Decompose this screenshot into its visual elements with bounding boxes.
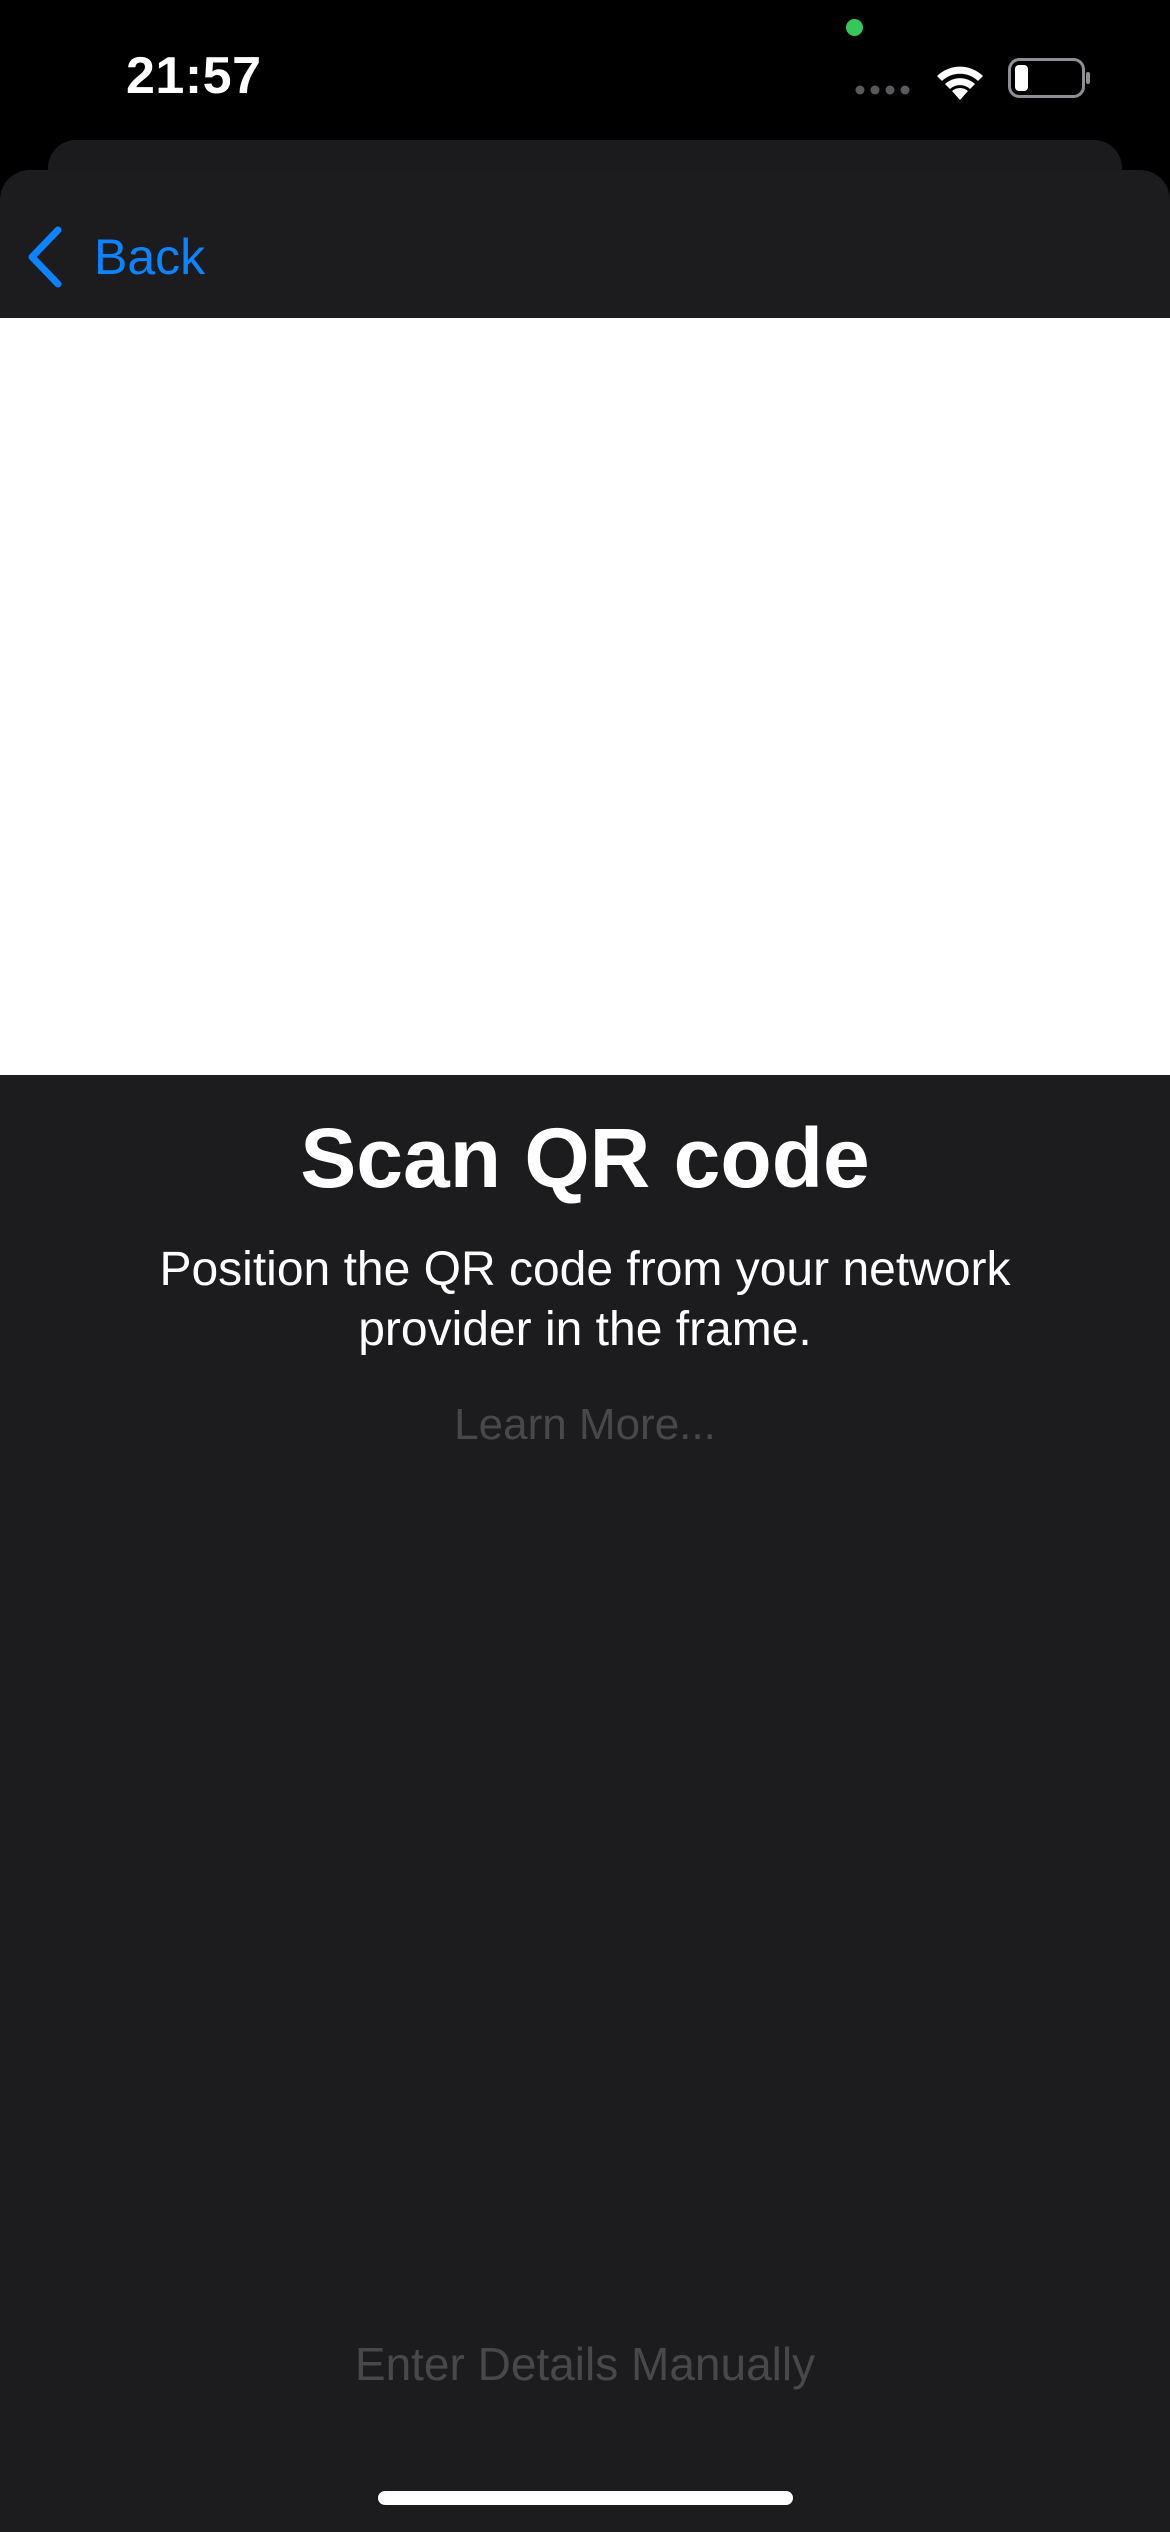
page-subtitle: Position the QR code from your network p… bbox=[159, 1243, 1011, 1356]
privacy-indicator-dot bbox=[846, 19, 863, 36]
cellular-signal-icon bbox=[855, 85, 910, 95]
learn-more-link[interactable]: Learn More... bbox=[0, 1400, 1170, 1450]
modal-sheet: Back Scan QR code Position the QR code f… bbox=[0, 170, 1170, 2532]
battery-icon bbox=[1008, 58, 1090, 98]
enter-details-manually-button[interactable]: Enter Details Manually bbox=[0, 2337, 1170, 2391]
screen: 21:57 Back Scan QR code Position the QR … bbox=[0, 0, 1170, 2532]
status-time: 21:57 bbox=[126, 47, 262, 105]
qr-camera-viewfinder bbox=[0, 318, 1170, 1075]
status-bar: 21:57 bbox=[0, 0, 1170, 140]
back-button-label: Back bbox=[94, 229, 206, 285]
wifi-icon bbox=[937, 66, 983, 100]
back-button[interactable]: Back bbox=[24, 222, 205, 292]
navigation-bar: Back bbox=[0, 170, 1170, 318]
home-indicator[interactable] bbox=[378, 2491, 793, 2505]
page-title: Scan QR code bbox=[300, 1111, 870, 1205]
chevron-left-icon bbox=[28, 226, 62, 288]
